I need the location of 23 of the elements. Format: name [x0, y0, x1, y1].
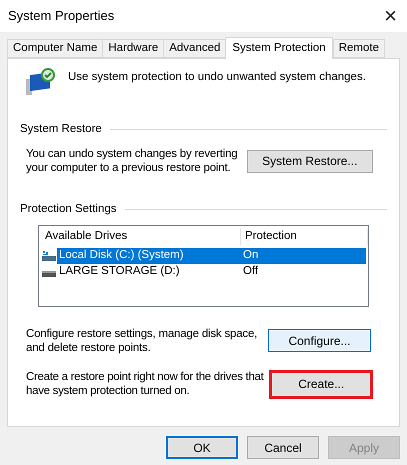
tab[interactable]: Remote: [332, 39, 385, 58]
create-button[interactable]: Create...: [269, 370, 373, 398]
description-text: Create a restore point right now for the drives that have system protection turned on.: [26, 370, 265, 398]
configure-button[interactable]: Configure...: [268, 329, 371, 352]
column-header[interactable]: Protection: [241, 228, 368, 246]
description-text: Configure restore settings, manage disk space, and delete restore points.: [26, 326, 258, 354]
description-text: You can undo system changes by reverting your computer to a previous restore point.: [26, 147, 238, 176]
intro-text: Use system protection to undo unwanted system changes.: [68, 70, 366, 85]
group-heading: System Restore: [20, 122, 102, 137]
tab[interactable]: Computer Name: [7, 39, 102, 58]
tab[interactable]: System Protection: [225, 37, 333, 59]
column-header[interactable]: Available Drives: [39, 228, 241, 246]
tab[interactable]: Hardware: [102, 39, 164, 58]
close-button[interactable]: ×: [384, 5, 397, 27]
system-restore-button[interactable]: System Restore...: [246, 150, 373, 173]
drive-icon: [41, 250, 57, 262]
dialog-button[interactable]: Cancel: [247, 436, 319, 459]
drive-row[interactable]: LARGE STORAGE (D:) Off: [57, 264, 366, 280]
dialog-button[interactable]: OK: [166, 436, 238, 459]
group-heading: Protection Settings: [20, 202, 117, 218]
tab[interactable]: Advanced: [163, 39, 226, 58]
drive-row[interactable]: Local Disk (C:) (System) On: [57, 248, 366, 264]
window-title: System Properties: [8, 7, 114, 26]
